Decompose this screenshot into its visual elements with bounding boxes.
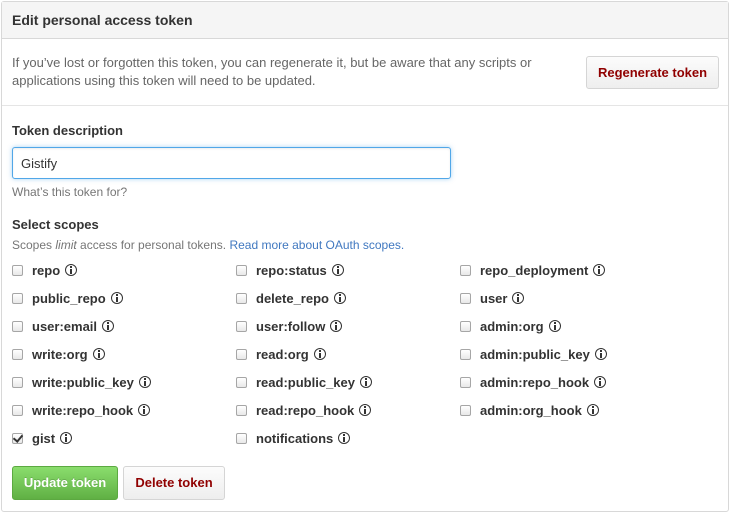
scope-option-admin-org[interactable]: admin:org (460, 317, 561, 335)
info-icon[interactable] (92, 348, 105, 360)
scope-option-user[interactable]: user (460, 289, 525, 307)
info-icon[interactable] (60, 432, 73, 444)
scope-checkbox[interactable] (460, 404, 471, 416)
info-icon[interactable] (586, 404, 599, 416)
scope-checkbox[interactable] (12, 292, 23, 304)
scope-label: gist (32, 430, 56, 446)
scope-label: write:org (32, 346, 88, 362)
info-icon[interactable] (313, 348, 326, 360)
scope-label: admin:org_hook (480, 402, 582, 418)
scope-label: user:follow (256, 318, 326, 334)
scope-option-gist[interactable]: gist (12, 429, 73, 447)
info-icon[interactable] (138, 404, 151, 416)
scope-checkbox[interactable] (12, 432, 23, 444)
info-icon[interactable] (110, 292, 123, 304)
scope-option-write-public-key[interactable]: write:public_key (12, 373, 151, 391)
info-icon[interactable] (594, 376, 607, 388)
scope-option-admin-repo-hook[interactable]: admin:repo_hook (460, 373, 607, 391)
scopes-note: Scopes limit access for personal tokens.… (12, 238, 404, 252)
scope-checkbox[interactable] (460, 264, 471, 276)
info-icon[interactable] (360, 376, 372, 388)
update-token-button[interactable]: Update token (12, 466, 118, 500)
regenerate-token-button[interactable]: Regenerate token (586, 56, 719, 89)
scope-checkbox[interactable] (236, 376, 247, 388)
info-icon[interactable] (548, 320, 561, 332)
scope-option-read-repo-hook[interactable]: read:repo_hook (236, 401, 372, 419)
scope-label: read:repo_hook (256, 402, 355, 418)
scope-label: repo:status (256, 262, 327, 278)
token-description-label: Token description (12, 123, 123, 138)
scope-checkbox[interactable] (12, 320, 23, 332)
select-scopes-label: Select scopes (12, 217, 99, 232)
regenerate-notice: If you’ve lost or forgotten this token, … (2, 39, 728, 106)
scope-label: user (480, 290, 508, 306)
info-icon[interactable] (65, 264, 78, 276)
scope-label: write:public_key (32, 374, 134, 390)
scope-label: delete_repo (256, 290, 329, 306)
info-icon[interactable] (593, 264, 606, 276)
scope-option-write-repo-hook[interactable]: write:repo_hook (12, 401, 151, 419)
regenerate-notice-text: If you’ve lost or forgotten this token, … (12, 55, 532, 88)
scope-checkbox[interactable] (236, 348, 247, 360)
info-icon[interactable] (594, 348, 607, 360)
scope-label: write:repo_hook (32, 402, 134, 418)
scope-checkbox[interactable] (460, 292, 471, 304)
info-icon[interactable] (512, 292, 525, 304)
scope-checkbox[interactable] (12, 264, 23, 276)
scope-label: admin:public_key (480, 346, 590, 362)
scope-option-admin-org-hook[interactable]: admin:org_hook (460, 401, 599, 419)
scope-checkbox[interactable] (12, 376, 23, 388)
scopes-note-suffix: access for personal tokens. (76, 238, 230, 252)
info-icon[interactable] (338, 432, 351, 444)
panel-title: Edit personal access token (12, 12, 193, 28)
token-description-input[interactable] (12, 147, 451, 179)
scope-label: user:email (32, 318, 98, 334)
scope-checkbox[interactable] (236, 432, 247, 444)
scopes-note-emphasis: limit (55, 238, 77, 252)
scope-option-notifications[interactable]: notifications (236, 429, 351, 447)
scope-checkbox[interactable] (12, 404, 23, 416)
delete-token-button[interactable]: Delete token (123, 466, 225, 500)
scope-checkbox[interactable] (236, 320, 247, 332)
info-icon[interactable] (331, 264, 344, 276)
scope-option-admin-public-key[interactable]: admin:public_key (460, 345, 607, 363)
scope-option-user-follow[interactable]: user:follow (236, 317, 343, 335)
scope-option-read-org[interactable]: read:org (236, 345, 326, 363)
scope-label: admin:repo_hook (480, 374, 590, 390)
scope-option-repo-status[interactable]: repo:status (236, 261, 344, 279)
scope-checkbox[interactable] (236, 404, 247, 416)
edit-token-panel: Edit personal access token If you’ve los… (1, 1, 729, 512)
token-description-hint: What’s this token for? (12, 185, 128, 199)
panel-header: Edit personal access token (2, 2, 728, 39)
scope-option-public-repo[interactable]: public_repo (12, 289, 123, 307)
scope-option-delete-repo[interactable]: delete_repo (236, 289, 346, 307)
scope-checkbox[interactable] (12, 348, 23, 360)
scope-option-repo-deployment[interactable]: repo_deployment (460, 261, 606, 279)
info-icon[interactable] (102, 320, 115, 332)
scope-label: repo_deployment (480, 262, 589, 278)
info-icon[interactable] (330, 320, 343, 332)
info-icon[interactable] (138, 376, 151, 388)
scope-option-write-org[interactable]: write:org (12, 345, 105, 363)
scope-label: read:org (256, 346, 309, 362)
scope-checkbox[interactable] (460, 320, 471, 332)
scope-label: read:public_key (256, 374, 355, 390)
scope-checkbox[interactable] (236, 292, 247, 304)
scope-checkbox[interactable] (460, 348, 471, 360)
scope-label: notifications (256, 430, 334, 446)
scope-option-read-public-key[interactable]: read:public_key (236, 373, 372, 391)
info-icon[interactable] (359, 404, 372, 416)
scope-label: public_repo (32, 290, 106, 306)
info-icon[interactable] (333, 292, 346, 304)
scope-checkbox[interactable] (460, 376, 471, 388)
scope-label: admin:org (480, 318, 544, 334)
oauth-scopes-link[interactable]: Read more about OAuth scopes. (229, 238, 404, 252)
scope-label: repo (32, 262, 61, 278)
scopes-note-prefix: Scopes (12, 238, 56, 252)
scope-option-user-email[interactable]: user:email (12, 317, 115, 335)
scope-option-repo[interactable]: repo (12, 261, 78, 279)
scope-checkbox[interactable] (236, 264, 247, 276)
